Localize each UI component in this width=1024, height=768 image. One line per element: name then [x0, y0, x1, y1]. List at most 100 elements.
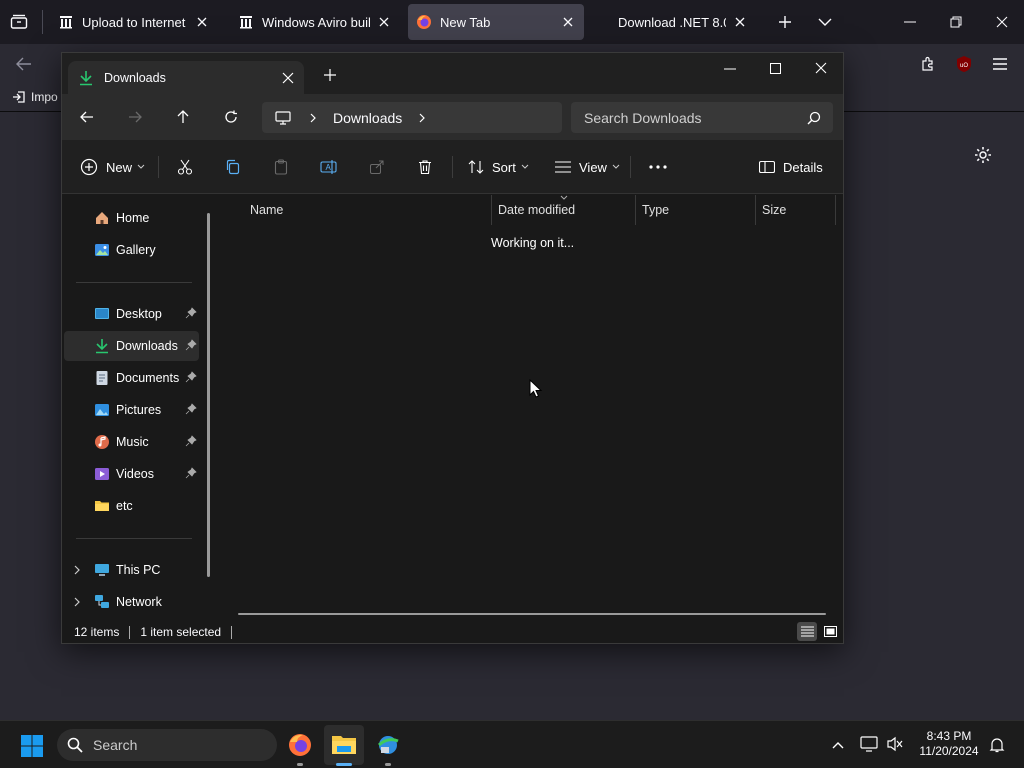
breadcrumb-current[interactable]: Downloads: [333, 110, 402, 126]
back-arrow-icon[interactable]: [14, 54, 34, 74]
column-header-size[interactable]: Size: [756, 195, 836, 225]
nav-item-home[interactable]: Home: [64, 203, 199, 233]
import-bookmarks-button[interactable]: Impo: [12, 90, 58, 104]
close-window-icon[interactable]: [990, 12, 1014, 32]
minimize-icon[interactable]: [898, 12, 922, 32]
up-arrow-icon[interactable]: [174, 108, 192, 126]
nav-item-music[interactable]: Music: [64, 427, 199, 457]
active-indicator: [336, 763, 352, 766]
network-icon: [95, 595, 109, 608]
show-hidden-icons-chevron-icon[interactable]: [829, 737, 847, 753]
maximize-icon[interactable]: [767, 60, 783, 76]
nav-item-pictures[interactable]: Pictures: [64, 395, 199, 425]
column-header-name[interactable]: Name: [244, 195, 492, 225]
new-tab-plus-icon[interactable]: [774, 12, 796, 32]
nav-item-label: Network: [116, 595, 162, 609]
clock[interactable]: 8:43 PM 11/20/2024: [914, 729, 984, 759]
pin-icon[interactable]: [185, 339, 197, 351]
home-icon: [96, 212, 108, 224]
new-tab-plus-icon[interactable]: [322, 67, 338, 83]
pin-icon[interactable]: [185, 435, 197, 447]
details-view-toggle[interactable]: [797, 622, 817, 641]
close-tab-icon[interactable]: [376, 14, 392, 30]
selection-count: 1 item selected: [140, 625, 222, 639]
menu-hamburger-icon[interactable]: [990, 54, 1010, 74]
chevron-right-icon[interactable]: [418, 113, 426, 123]
list-tabs-chevron-icon[interactable]: [814, 12, 836, 32]
copy-icon[interactable]: [224, 158, 242, 176]
back-arrow-icon[interactable]: [78, 108, 96, 126]
sort-icon: [468, 160, 484, 174]
details-view-icon: [800, 626, 814, 637]
monitor-icon: [275, 110, 291, 125]
taskbar-search-label: Search: [93, 737, 138, 753]
nav-item-this-pc[interactable]: This PC: [64, 555, 199, 585]
taskbar-search-box[interactable]: Search: [57, 729, 277, 761]
taskbar-network-app-icon[interactable]: [375, 732, 401, 758]
display-icon[interactable]: [859, 735, 879, 753]
pc-icon: [95, 564, 109, 576]
rename-icon[interactable]: A: [320, 158, 338, 176]
column-header-date-modified[interactable]: Date modified: [492, 195, 636, 225]
refresh-icon[interactable]: [222, 108, 240, 126]
pin-icon[interactable]: [185, 467, 197, 479]
nav-item-etc[interactable]: etc: [64, 491, 199, 521]
search-icon: [67, 737, 83, 753]
browser-tab-new-tab[interactable]: New Tab: [408, 4, 584, 40]
nav-item-network[interactable]: Network: [64, 587, 199, 617]
more-options-icon[interactable]: [648, 158, 668, 176]
view-button[interactable]: View: [555, 140, 620, 194]
close-tab-icon[interactable]: [282, 72, 294, 84]
paste-icon[interactable]: [272, 158, 290, 176]
nav-item-desktop[interactable]: Desktop: [64, 299, 199, 329]
desktop-icon: [95, 308, 109, 319]
browser-tab-upload-archive[interactable]: Upload to Internet Archive: [50, 4, 218, 40]
browser-tab-windows-aviro[interactable]: Windows Aviro build 4: [230, 4, 400, 40]
new-button[interactable]: New: [80, 140, 145, 194]
browser-tab-dotnet[interactable]: Download .NET 8.0 De: [610, 4, 756, 40]
pin-icon[interactable]: [185, 371, 197, 383]
tab-overview-icon[interactable]: [8, 12, 30, 32]
notifications-bell-icon[interactable]: [988, 736, 1006, 754]
large-icons-view-toggle[interactable]: [820, 622, 840, 641]
close-window-icon[interactable]: [813, 60, 829, 76]
forward-arrow-icon[interactable]: [126, 108, 144, 126]
extensions-icon[interactable]: [918, 54, 938, 74]
delete-icon[interactable]: [416, 158, 434, 176]
pin-icon[interactable]: [185, 403, 197, 415]
start-button-windows-icon[interactable]: [20, 734, 44, 758]
breadcrumb[interactable]: Downloads: [262, 102, 562, 133]
sort-indicator-icon: [560, 195, 568, 200]
pin-icon[interactable]: [185, 307, 197, 319]
nav-item-gallery[interactable]: Gallery: [64, 235, 199, 265]
close-tab-icon[interactable]: [194, 14, 210, 30]
close-tab-icon[interactable]: [560, 14, 576, 30]
nav-item-label: This PC: [116, 563, 161, 577]
chevron-right-icon[interactable]: [73, 565, 81, 575]
details-pane-button[interactable]: Details: [759, 140, 823, 194]
nav-scrollbar[interactable]: [207, 213, 210, 577]
taskbar-file-explorer-icon[interactable]: [331, 732, 357, 758]
nav-item-downloads[interactable]: Downloads: [64, 331, 199, 361]
chevron-right-icon[interactable]: [73, 597, 81, 607]
nav-item-label: etc: [116, 499, 133, 513]
column-header-type[interactable]: Type: [636, 195, 756, 225]
nav-item-videos[interactable]: Videos: [64, 459, 199, 489]
nav-item-label: Gallery: [116, 243, 156, 257]
horizontal-scrollbar[interactable]: [238, 613, 826, 615]
restore-icon[interactable]: [944, 12, 968, 32]
mouse-cursor-icon: [529, 379, 543, 398]
settings-gear-icon[interactable]: [972, 144, 994, 166]
search-input[interactable]: Search Downloads: [571, 102, 833, 133]
volume-muted-icon[interactable]: [885, 735, 905, 753]
sort-button[interactable]: Sort: [468, 140, 529, 194]
cut-icon[interactable]: [176, 158, 194, 176]
minimize-icon[interactable]: [722, 61, 738, 77]
taskbar-firefox-icon[interactable]: [287, 732, 313, 758]
gallery-icon: [95, 244, 109, 256]
explorer-tab-downloads[interactable]: Downloads: [68, 61, 304, 94]
close-tab-icon[interactable]: [732, 14, 748, 30]
nav-item-documents[interactable]: Documents: [64, 363, 199, 393]
ublock-icon[interactable]: uO: [954, 54, 974, 74]
share-icon[interactable]: [368, 158, 386, 176]
